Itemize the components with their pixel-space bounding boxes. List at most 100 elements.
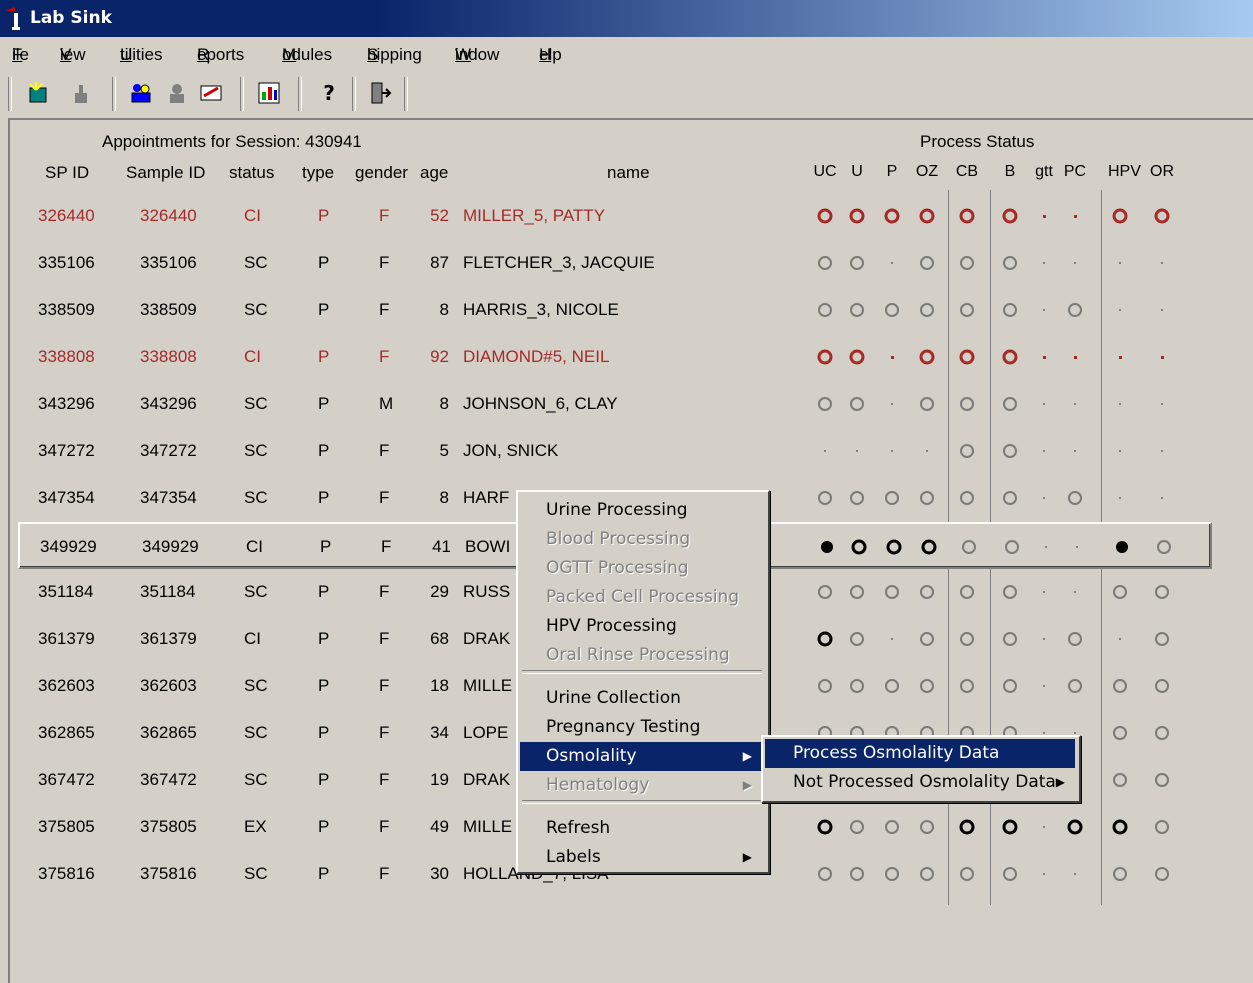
col-type[interactable]: type (302, 163, 334, 183)
process-status-hpv-icon[interactable] (1111, 489, 1129, 512)
process-status-pc-icon[interactable] (1066, 677, 1084, 700)
process-status-pc-icon[interactable] (1066, 489, 1084, 512)
process-status-uc-icon[interactable] (816, 818, 834, 841)
process-status-gtt-icon[interactable] (1035, 489, 1053, 512)
process-status-hpv-icon[interactable] (1111, 395, 1129, 418)
process-status-cb-icon[interactable] (958, 442, 976, 465)
col-status[interactable]: status (229, 163, 274, 183)
process-status-or-icon[interactable] (1153, 207, 1171, 230)
process-status-hpv-icon[interactable] (1111, 865, 1129, 888)
process-status-uc-icon[interactable] (816, 677, 834, 700)
process-status-oz-icon[interactable] (918, 207, 936, 230)
table-row[interactable]: 347272 347272 SC P F JON, SNICK 5 (18, 428, 1212, 475)
edit-icon[interactable] (196, 78, 226, 108)
process-status-u-icon[interactable] (848, 301, 866, 324)
col-name[interactable]: name (607, 163, 650, 183)
process-status-p-icon[interactable] (883, 865, 901, 888)
process-status-uc-icon[interactable] (816, 301, 834, 324)
col-sample-id[interactable]: Sample ID (126, 163, 205, 183)
process-status-hpv-icon[interactable] (1113, 538, 1131, 561)
process-status-gtt-icon[interactable] (1035, 348, 1053, 371)
menu-shipping[interactable]: Shipping (367, 38, 422, 72)
process-status-u-icon[interactable] (848, 583, 866, 606)
process-status-or-icon[interactable] (1153, 442, 1171, 465)
process-status-u-icon[interactable] (848, 677, 866, 700)
process-status-u-icon[interactable] (848, 630, 866, 653)
process-status-b-icon[interactable] (1001, 395, 1019, 418)
context-menu-item-urine-collection[interactable]: Urine Collection (520, 684, 762, 713)
col-gender[interactable]: gender (355, 163, 408, 183)
process-status-oz-icon[interactable] (918, 865, 936, 888)
process-status-cb-icon[interactable] (958, 207, 976, 230)
new-icon[interactable] (24, 78, 54, 108)
process-status-uc-icon[interactable] (816, 395, 834, 418)
process-status-p-icon[interactable] (883, 677, 901, 700)
process-status-or-icon[interactable] (1153, 489, 1171, 512)
menu-view[interactable]: View (60, 38, 86, 72)
process-status-u-icon[interactable] (848, 395, 866, 418)
process-status-gtt-icon[interactable] (1035, 865, 1053, 888)
process-status-uc-icon[interactable] (816, 865, 834, 888)
process-status-p-icon[interactable] (883, 207, 901, 230)
process-status-pc-icon[interactable] (1066, 395, 1084, 418)
process-status-or-icon[interactable] (1153, 865, 1171, 888)
process-status-u-icon[interactable] (848, 207, 866, 230)
process-status-pc-icon[interactable] (1066, 442, 1084, 465)
process-status-cb-icon[interactable] (958, 630, 976, 653)
process-status-uc-icon[interactable] (816, 254, 834, 277)
process-status-hpv-icon[interactable] (1111, 348, 1129, 371)
process-status-u-icon[interactable] (848, 348, 866, 371)
col-sp-id[interactable]: SP ID (45, 163, 89, 183)
process-status-uc-icon[interactable] (816, 442, 834, 465)
process-status-oz-icon[interactable] (918, 395, 936, 418)
process-status-oz-icon[interactable] (918, 677, 936, 700)
table-row[interactable]: 343296 343296 SC P M JOHNSON_6, CLAY 8 (18, 381, 1212, 428)
process-status-uc-icon[interactable] (816, 583, 834, 606)
process-status-oz-icon[interactable] (918, 348, 936, 371)
process-status-or-icon[interactable] (1153, 771, 1171, 794)
process-status-hpv-icon[interactable] (1111, 771, 1129, 794)
process-status-gtt-icon[interactable] (1035, 630, 1053, 653)
process-status-gtt-icon[interactable] (1037, 538, 1055, 561)
process-status-cb-icon[interactable] (960, 538, 978, 561)
menu-window[interactable]: Window (455, 38, 499, 72)
process-status-or-icon[interactable] (1153, 630, 1171, 653)
process-status-pc-icon[interactable] (1066, 630, 1084, 653)
process-status-uc-icon[interactable] (816, 348, 834, 371)
process-status-u-icon[interactable] (848, 442, 866, 465)
process-status-p-icon[interactable] (883, 489, 901, 512)
process-status-or-icon[interactable] (1155, 538, 1173, 561)
table-row[interactable]: 326440 326440 CI P F MILLER_5, PATTY 52 (18, 193, 1212, 240)
context-menu-item-oral-rinse-processing[interactable]: Oral Rinse Processing (520, 641, 762, 670)
menu-file[interactable]: File (12, 38, 29, 72)
process-status-hpv-icon[interactable] (1111, 301, 1129, 324)
context-menu-item-hpv-processing[interactable]: HPV Processing (520, 612, 762, 641)
process-status-b-icon[interactable] (1001, 254, 1019, 277)
process-status-or-icon[interactable] (1153, 348, 1171, 371)
process-status-gtt-icon[interactable] (1035, 254, 1053, 277)
menu-help[interactable]: Help (539, 38, 562, 72)
process-status-cb-icon[interactable] (958, 583, 976, 606)
process-status-oz-icon[interactable] (918, 254, 936, 277)
context-menu-item-packed-cell-processing[interactable]: Packed Cell Processing (520, 583, 762, 612)
process-status-or-icon[interactable] (1153, 395, 1171, 418)
process-status-cb-icon[interactable] (958, 254, 976, 277)
process-status-gtt-icon[interactable] (1035, 677, 1053, 700)
process-status-pc-icon[interactable] (1066, 207, 1084, 230)
process-status-b-icon[interactable] (1001, 818, 1019, 841)
context-menu-item-hematology[interactable]: Hematology ▶ (520, 771, 762, 800)
process-status-uc-icon[interactable] (816, 630, 834, 653)
process-status-pc-icon[interactable] (1066, 254, 1084, 277)
context-menu-item-refresh[interactable]: Refresh (520, 814, 762, 843)
process-status-p-icon[interactable] (883, 395, 901, 418)
process-status-pc-icon[interactable] (1066, 818, 1084, 841)
process-status-b-icon[interactable] (1001, 442, 1019, 465)
process-status-u-icon[interactable] (848, 865, 866, 888)
process-status-or-icon[interactable] (1153, 818, 1171, 841)
context-menu-item-labels[interactable]: Labels ▶ (520, 843, 762, 872)
process-status-p-icon[interactable] (883, 630, 901, 653)
process-status-oz-icon[interactable] (918, 583, 936, 606)
process-status-b-icon[interactable] (1001, 207, 1019, 230)
process-status-pc-icon[interactable] (1068, 538, 1086, 561)
process-status-b-icon[interactable] (1003, 538, 1021, 561)
